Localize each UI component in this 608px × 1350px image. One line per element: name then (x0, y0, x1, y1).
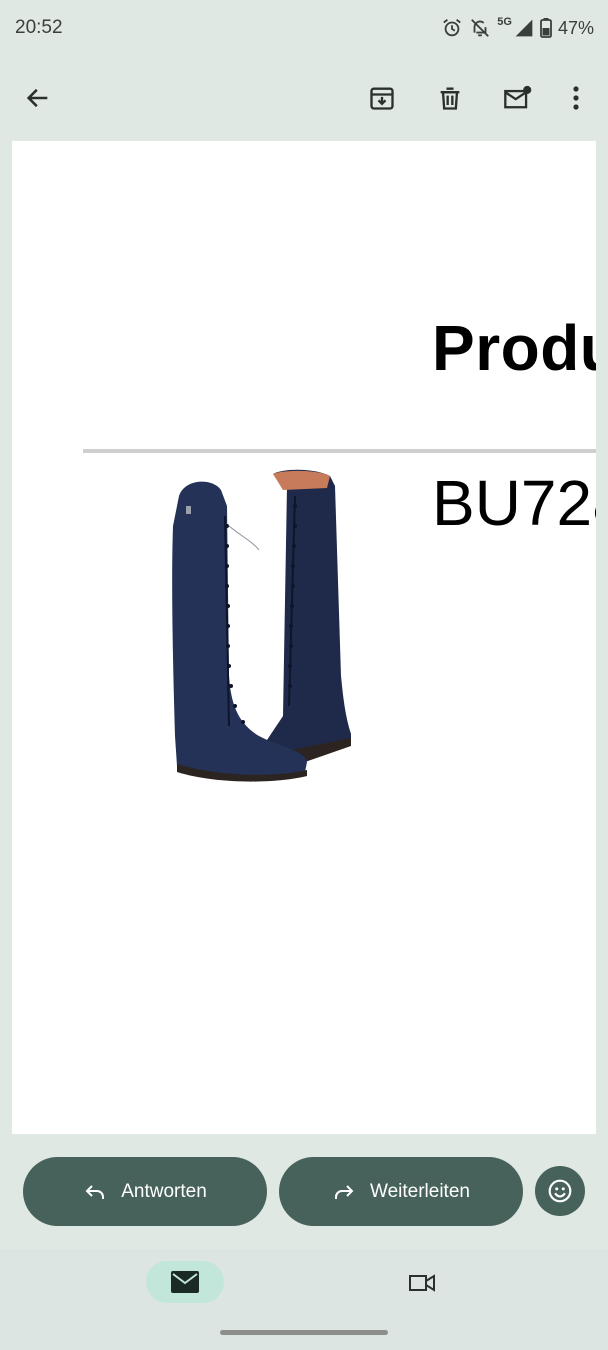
emoji-icon (548, 1179, 572, 1203)
status-bar: 20:52 5G 47% (0, 0, 608, 58)
alarm-icon (443, 19, 462, 37)
notifications-off-icon (471, 19, 490, 37)
reply-button[interactable]: Antworten (23, 1157, 267, 1226)
product-image[interactable] (155, 466, 365, 791)
back-arrow-icon[interactable] (18, 78, 58, 118)
archive-icon[interactable] (362, 78, 402, 118)
email-toolbar (0, 58, 608, 138)
home-indicator[interactable] (220, 1330, 388, 1335)
email-body: Produ (12, 141, 596, 1134)
more-vert-icon[interactable] (556, 78, 596, 118)
forward-label: Weiterleiten (370, 1180, 470, 1202)
battery-percent: 47% (557, 17, 594, 38)
divider (83, 449, 596, 453)
nav-meet-tab[interactable] (402, 1263, 442, 1303)
status-time: 20:52 (15, 17, 63, 38)
forward-icon (335, 1184, 354, 1199)
reply-icon (85, 1184, 105, 1199)
product-heading: Produ (432, 312, 596, 384)
battery-icon (540, 18, 552, 38)
network-type: 5G (497, 16, 512, 28)
mail-icon (171, 1271, 199, 1293)
forward-button[interactable]: Weiterleiten (279, 1157, 523, 1226)
bottom-navigation (0, 1249, 608, 1350)
reply-label: Antworten (121, 1180, 207, 1202)
product-code: BU728 (432, 467, 596, 539)
delete-icon[interactable] (430, 78, 470, 118)
signal-icon (515, 19, 533, 37)
status-icons: 5G 47% (441, 14, 594, 42)
mark-unread-icon[interactable] (498, 78, 538, 118)
nav-mail-tab[interactable] (146, 1261, 224, 1303)
video-icon (409, 1274, 435, 1292)
emoji-button[interactable] (535, 1166, 585, 1216)
